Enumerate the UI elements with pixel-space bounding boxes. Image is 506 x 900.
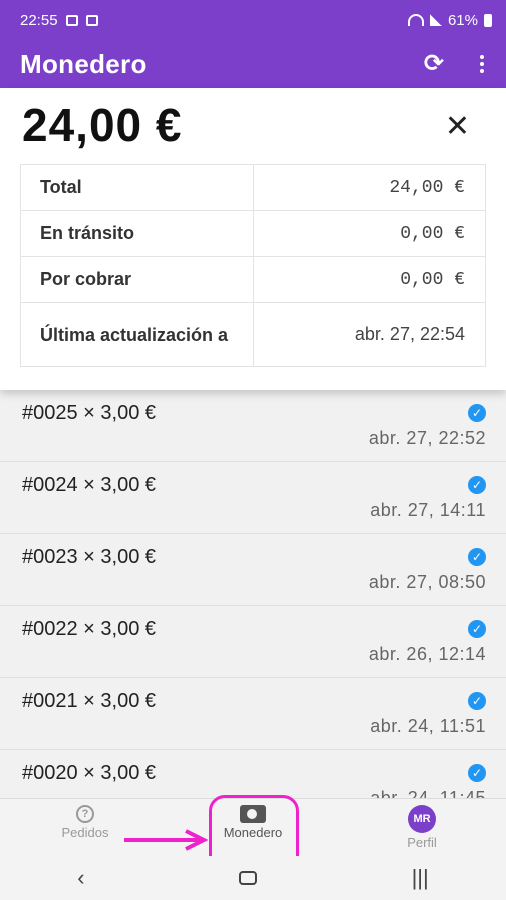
check-icon: ✓: [468, 476, 486, 494]
avatar: MR: [408, 805, 436, 833]
question-icon: ?: [76, 805, 94, 823]
check-icon: ✓: [468, 548, 486, 566]
nav-label: Perfil: [407, 835, 437, 850]
transaction-date: abr. 24, 11:51: [370, 716, 486, 736]
transaction-title: #0022 × 3,00 €: [22, 618, 157, 640]
list-item[interactable]: #0023 × 3,00 € ✓ abr. 27, 08:50: [0, 534, 506, 606]
gallery-icon: [85, 14, 98, 26]
transaction-title: #0023 × 3,00 €: [22, 546, 157, 568]
list-item[interactable]: #0020 × 3,00 € ✓ abr. 24, 11:45: [0, 750, 506, 798]
wallet-summary-panel: 24,00 € ✕ Total 24,00 € En tránsito 0,00…: [0, 88, 506, 390]
more-options-icon[interactable]: [478, 55, 486, 73]
summary-row-receivable: Por cobrar 0,00 €: [20, 256, 486, 303]
transaction-title: #0024 × 3,00 €: [22, 474, 157, 496]
battery-icon: [484, 13, 492, 27]
summary-value: 24,00 €: [253, 164, 486, 211]
list-item[interactable]: #0025 × 3,00 € ✓ abr. 27, 22:52: [0, 390, 506, 462]
list-item[interactable]: #0021 × 3,00 € ✓ abr. 24, 11:51: [0, 678, 506, 750]
transaction-date: abr. 27, 08:50: [368, 572, 486, 592]
check-icon: ✓: [468, 692, 486, 710]
summary-row-in-transit: En tránsito 0,00 €: [20, 210, 486, 257]
app-bar: Monedero ⟳: [0, 40, 506, 88]
list-item[interactable]: #0022 × 3,00 € ✓ abr. 26, 12:14: [0, 606, 506, 678]
back-icon[interactable]: ‹: [77, 865, 84, 891]
nav-label: Pedidos: [61, 825, 109, 840]
recents-icon[interactable]: |||: [412, 865, 429, 891]
battery-level: 61%: [447, 11, 478, 29]
page-title: Monedero: [20, 48, 147, 79]
summary-table: Total 24,00 € En tránsito 0,00 € Por cob…: [20, 164, 486, 367]
wifi-icon: [407, 14, 424, 26]
nav-pedidos[interactable]: ? Pedidos: [35, 805, 135, 840]
list-item[interactable]: #0024 × 3,00 € ✓ abr. 27, 14:11: [0, 462, 506, 534]
transaction-title: #0021 × 3,00 €: [22, 690, 157, 712]
system-navigation-bar: ‹ |||: [0, 856, 506, 900]
bottom-navigation: ? Pedidos Monedero MR Perfil: [0, 795, 506, 873]
transaction-title: #0020 × 3,00 €: [22, 762, 157, 784]
transaction-title: #0025 × 3,00 €: [22, 402, 157, 424]
summary-value: 0,00 €: [253, 256, 486, 303]
summary-value: abr. 27, 22:54: [253, 302, 486, 367]
nav-perfil[interactable]: MR Perfil: [372, 805, 472, 850]
wallet-balance: 24,00 €: [22, 99, 183, 151]
close-icon[interactable]: ✕: [445, 112, 470, 142]
notification-icon: [65, 14, 78, 26]
status-time: 22:55: [20, 11, 58, 29]
signal-icon: [429, 14, 442, 26]
summary-value: 0,00 €: [253, 210, 486, 257]
summary-row-total: Total 24,00 €: [20, 164, 486, 211]
check-icon: ✓: [468, 620, 486, 638]
transaction-date: abr. 27, 14:11: [370, 500, 486, 520]
status-bar: 22:55 61%: [0, 0, 506, 40]
refresh-icon[interactable]: ⟳: [424, 52, 444, 76]
transaction-date: abr. 27, 22:52: [368, 428, 486, 448]
pointer-arrow-icon: [124, 829, 209, 851]
summary-label: En tránsito: [20, 210, 254, 257]
transaction-date: abr. 24, 11:45: [370, 788, 486, 798]
transaction-list: #0025 × 3,00 € ✓ abr. 27, 22:52 #0024 × …: [0, 390, 506, 798]
summary-label: Por cobrar: [20, 256, 254, 303]
summary-label: Total: [20, 164, 254, 211]
transaction-date: abr. 26, 12:14: [368, 644, 486, 664]
summary-label: Última actualización a: [20, 302, 254, 367]
check-icon: ✓: [468, 404, 486, 422]
check-icon: ✓: [468, 764, 486, 782]
summary-row-last-update: Última actualización a abr. 27, 22:54: [20, 302, 486, 367]
home-icon[interactable]: [239, 871, 258, 885]
